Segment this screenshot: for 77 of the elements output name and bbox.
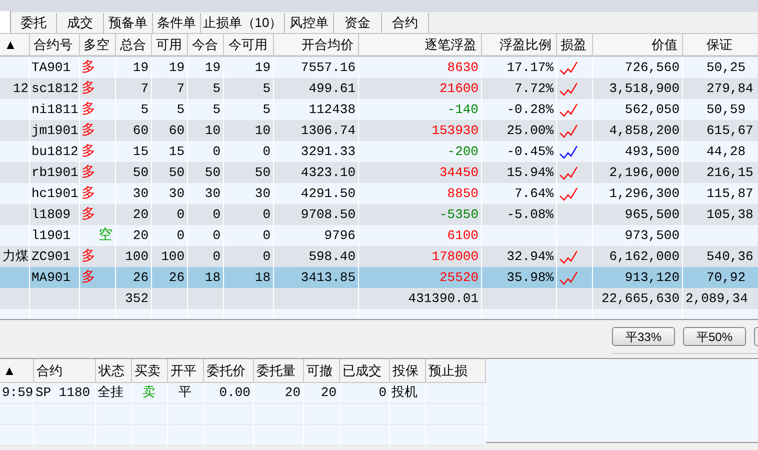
column-header[interactable]: 今可用 [223, 34, 273, 56]
column-header[interactable]: 开合均价 [273, 34, 358, 56]
direction-label: 多 [82, 164, 96, 180]
tab[interactable]: 委托 [11, 13, 57, 33]
table-cell: 0.00 [203, 382, 253, 403]
table-row[interactable]: l1901 空 20 0 0 0 9796 6100 973,500 [0, 225, 758, 246]
direction-label: 多 [82, 248, 96, 264]
column-header[interactable]: 合约 [33, 359, 95, 382]
table-cell: 投机 [389, 382, 425, 403]
table-row[interactable]: 12 sc1812 多 7 7 5 5 499.61 21600 7.72% 3,518,900 279,84 [0, 78, 758, 99]
column-header[interactable]: 可撤 [303, 359, 339, 382]
direction-label: 多 [82, 80, 96, 96]
table-cell: 0 [339, 382, 389, 403]
direction-label: 多 [82, 101, 96, 117]
close-position-button[interactable]: 平50% [683, 327, 746, 346]
column-header[interactable]: 合约号 [29, 34, 79, 56]
tab[interactable]: 合约 [382, 13, 429, 33]
table-cell: 平 [167, 382, 203, 403]
column-header[interactable]: 今合 [187, 34, 223, 56]
table-row[interactable]: ni1811 多 5 5 5 5 112438 -140 -0.28% 562,050 50,59 [0, 99, 758, 120]
column-header[interactable]: 已成交 [339, 359, 389, 382]
column-header[interactable]: ▲ [0, 359, 33, 382]
direction-label: 多 [82, 59, 96, 75]
column-header[interactable]: 浮盈比例 [481, 34, 556, 56]
table-row[interactable]: l1809 多 20 0 0 0 9708.50 -5350 -5.08% 965,500 105,38 [0, 204, 758, 225]
column-header[interactable]: 开平 [167, 359, 203, 382]
profit-value: 8850 [447, 186, 478, 201]
table-row[interactable]: jm1901 多 60 60 10 10 1306.74 153930 25.00% 4,858,200 615,67 [0, 120, 758, 141]
column-header[interactable]: 预止损 [425, 359, 485, 382]
column-header[interactable]: 委托量 [253, 359, 303, 382]
column-header[interactable]: 投保 [389, 359, 425, 382]
table-row[interactable]: rb1901 多 50 50 50 50 4323.10 34450 15.94% 2,196,000 216,15 [0, 162, 758, 183]
profit-value: -140 [447, 102, 478, 117]
profit-value: 6100 [447, 228, 478, 243]
table-row[interactable]: bu1812 多 15 15 0 0 3291.33 -200 -0.45% 493,500 44,28 [0, 141, 758, 162]
direction-label: 空 [98, 227, 112, 243]
column-header[interactable]: 委托价 [203, 359, 253, 382]
direction-label: 多 [82, 206, 96, 222]
close-position-button[interactable]: 平33% [612, 327, 675, 346]
direction-label: 多 [82, 143, 96, 159]
column-header[interactable]: 总合 [115, 34, 151, 56]
column-header[interactable]: 多空 [79, 34, 115, 56]
column-header[interactable]: 价值 [592, 34, 682, 56]
profit-value: 34450 [439, 164, 478, 180]
direction-label: 多 [82, 122, 96, 138]
profit-value: -5350 [439, 206, 478, 222]
column-header[interactable]: 买卖 [131, 359, 167, 382]
profit-value: 8630 [447, 60, 478, 75]
column-header[interactable]: 状态 [95, 359, 131, 382]
table-cell: 20 [303, 382, 339, 403]
column-header[interactable]: 可用 [151, 34, 187, 56]
table-cell: 9:59 [0, 382, 33, 403]
profit-value: -200 [447, 144, 478, 159]
tab[interactable]: 资金 [334, 13, 382, 33]
profit-value: 153930 [432, 122, 478, 138]
table-cell: 卖 [131, 382, 167, 403]
table-row[interactable]: MA901 多 26 26 18 18 3413.85 25520 35.98% 913,120 70,92 [0, 267, 758, 288]
table-cell: SP 1180 [33, 382, 95, 403]
table-cell: 全挂 [95, 382, 131, 403]
direction-label: 多 [82, 269, 96, 285]
table-row[interactable]: 力煤 ZC901 多 100 100 0 0 598.40 178000 32.94% 6,162,000 540,36 [0, 246, 758, 267]
profit-value: 178000 [432, 248, 478, 264]
column-header[interactable]: 损盈 [556, 34, 592, 56]
profit-value: 21600 [439, 80, 478, 96]
profit-value: 25520 [439, 270, 478, 285]
tab[interactable]: 条件单 [153, 13, 201, 33]
tab[interactable]: 成交 [57, 13, 104, 33]
tab[interactable]: 止损单（10） [201, 13, 285, 33]
tab[interactable]: 预备单 [104, 13, 153, 33]
table-cell: 20 [253, 382, 303, 403]
tab[interactable]: 风控单 [285, 13, 334, 33]
column-header[interactable]: ▲ [0, 34, 29, 56]
column-header[interactable]: 保证 [682, 34, 758, 56]
table-row[interactable]: hc1901 多 30 30 30 30 4291.50 8850 7.64% 1,296,300 115,87 [0, 183, 758, 204]
direction-label: 多 [82, 185, 96, 201]
column-header[interactable]: 逐笔浮盈 [358, 34, 481, 56]
table-row[interactable]: TA901 多 19 19 19 19 7557.16 8630 17.17% 726,560 50,25 [0, 56, 758, 78]
